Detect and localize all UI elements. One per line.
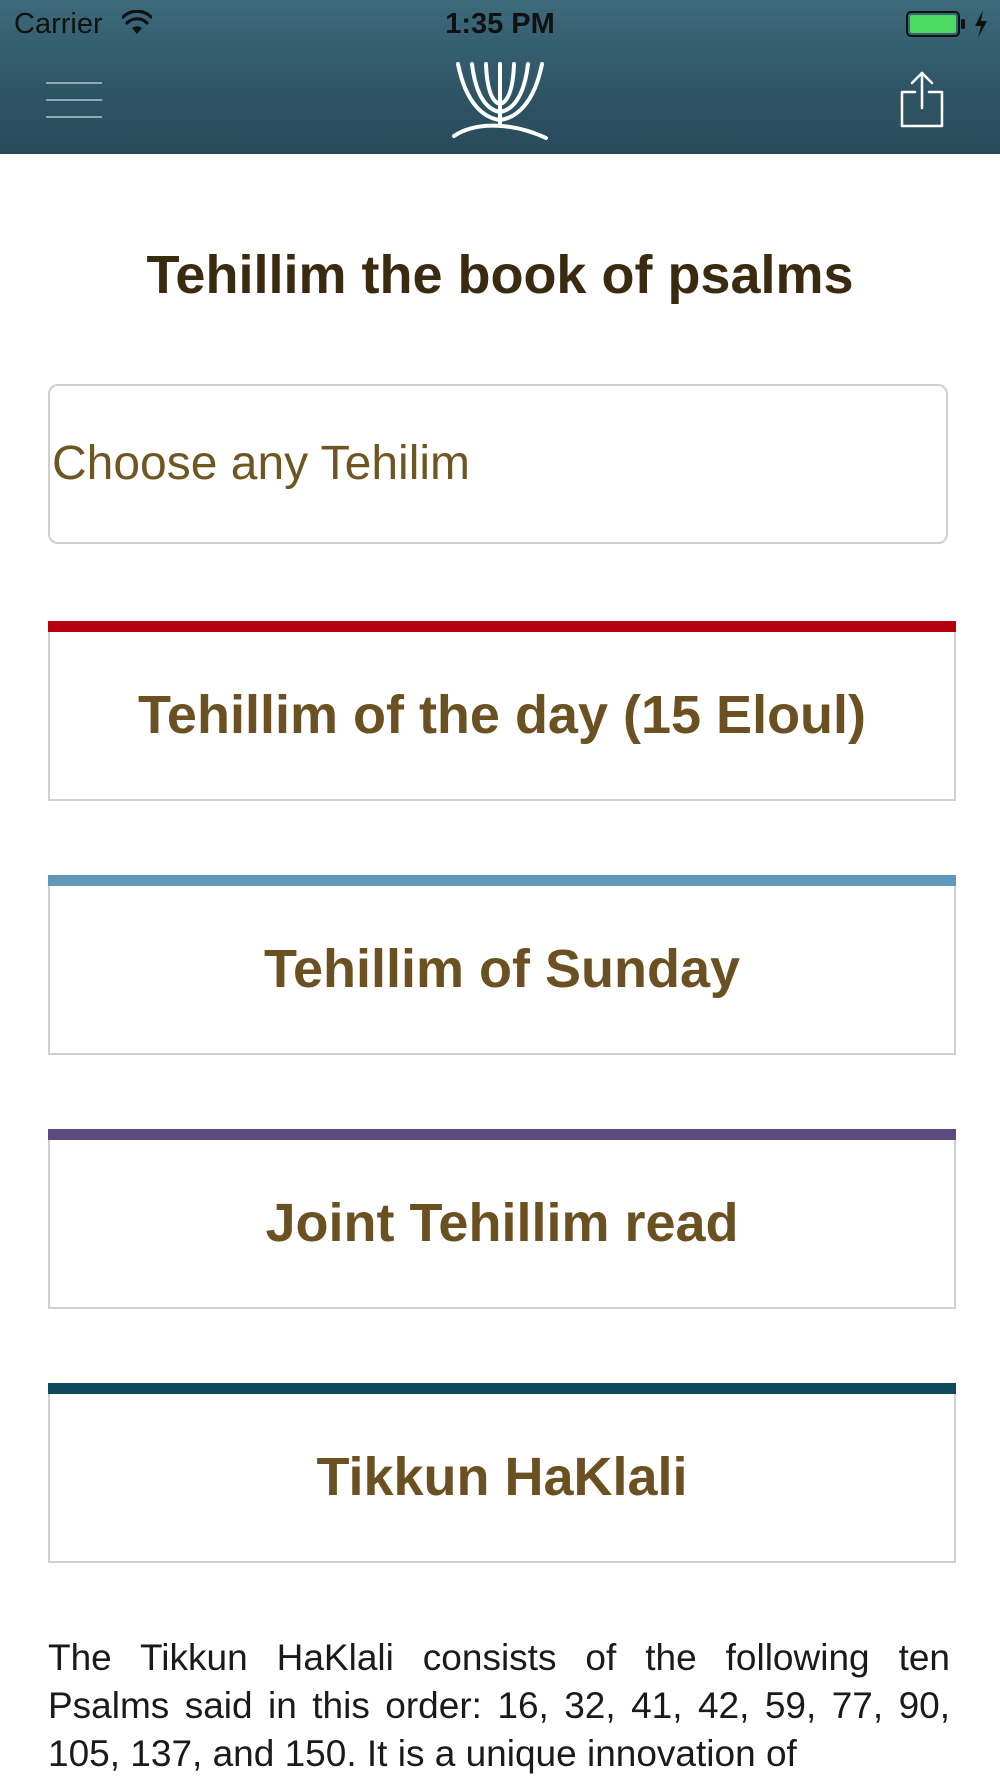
card-label: Joint Tehillim read <box>265 1193 739 1253</box>
card-label: Tehillim of Sunday <box>263 939 741 999</box>
tehillim-of-the-day-button[interactable]: Tehillim of the day (15 Eloul) <box>48 621 956 801</box>
tehillim-of-sunday-button[interactable]: Tehillim of Sunday <box>48 875 956 1055</box>
card-label: Tikkun HaKlali <box>316 1447 688 1507</box>
tikkun-haklali-button[interactable]: Tikkun HaKlali <box>48 1383 956 1563</box>
menorah-logo-icon <box>452 62 548 140</box>
status-time: 1:35 PM <box>445 8 555 40</box>
choose-tehilim-placeholder: Choose any Tehilim <box>52 437 471 490</box>
joint-tehillim-read-button[interactable]: Joint Tehillim read <box>48 1129 956 1309</box>
tikkun-description: The Tikkun HaKlali consists of the follo… <box>48 1637 950 1774</box>
choose-tehilim-field[interactable]: Choose any Tehilim <box>48 384 948 544</box>
card-accent-bar <box>48 1129 956 1140</box>
card-accent-bar <box>48 875 956 886</box>
hamburger-menu-icon[interactable] <box>46 80 102 120</box>
card-label: Tehillim of the day (15 Eloul) <box>137 685 867 745</box>
charging-bolt-icon <box>975 10 987 38</box>
status-bar: Carrier 1:35 PM <box>0 0 1000 48</box>
card-accent-bar <box>48 621 956 632</box>
card-accent-bar <box>48 1383 956 1394</box>
page-title: Tehillim the book of psalms <box>146 245 854 305</box>
battery-icon <box>906 11 965 37</box>
top-navigation-bar: Carrier 1:35 PM <box>0 0 1000 154</box>
share-icon[interactable] <box>898 70 946 128</box>
